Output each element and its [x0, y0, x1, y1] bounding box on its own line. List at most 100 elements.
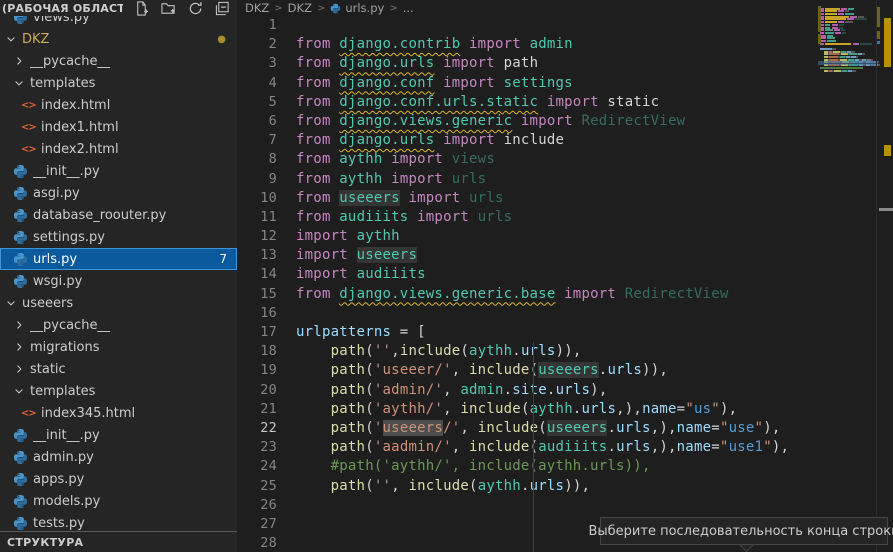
code-line[interactable]: 4from django.conf import settings — [237, 74, 893, 93]
new-file-icon[interactable] — [132, 1, 150, 16]
python-file-icon — [13, 186, 30, 201]
code-line[interactable]: 22 path('useeers/', include(useeers.urls… — [237, 419, 893, 438]
line-number[interactable]: 28 — [237, 534, 277, 552]
code-line[interactable]: 8from aythh import views — [237, 150, 893, 169]
chevron-down-icon — [5, 297, 19, 309]
code-line[interactable]: 17urlpatterns = [ — [237, 323, 893, 342]
code-line[interactable]: 7from django.urls import include — [237, 131, 893, 150]
editor-pane: DKZ>DKZ>urls.py>... 12from django.contri… — [237, 0, 893, 552]
tree-item-urls-py[interactable]: urls.py7 — [0, 248, 237, 270]
code-area[interactable]: 12from django.contrib import admin3from … — [237, 16, 893, 552]
collapse-all-icon[interactable] — [213, 1, 231, 16]
tree-item--init-py[interactable]: __init__.py — [0, 424, 237, 446]
line-number[interactable]: 10 — [237, 189, 277, 208]
code-line[interactable]: 18 path('',include(aythh.urls)), — [237, 342, 893, 361]
code-text — [277, 534, 296, 552]
line-number[interactable]: 26 — [237, 496, 277, 515]
tree-item-static[interactable]: static — [0, 358, 237, 380]
code-line[interactable]: 15from django.views.generic.base import … — [237, 285, 893, 304]
line-number[interactable]: 18 — [237, 342, 277, 361]
breadcrumb-item[interactable]: DKZ — [288, 1, 312, 15]
code-line[interactable]: 5from django.conf.urls.static import sta… — [237, 93, 893, 112]
line-number[interactable]: 7 — [237, 131, 277, 150]
line-number[interactable]: 20 — [237, 381, 277, 400]
code-line[interactable]: 19 path('useeer/', include(useeers.urls)… — [237, 361, 893, 380]
breadcrumb-item[interactable]: urls.py — [330, 1, 384, 15]
line-number[interactable]: 21 — [237, 400, 277, 419]
minimap-modified-decoration — [818, 6, 821, 32]
line-number[interactable]: 5 — [237, 93, 277, 112]
outline-section-header[interactable]: СТРУКТУРА — [0, 531, 237, 552]
line-number[interactable]: 19 — [237, 361, 277, 380]
line-number[interactable]: 3 — [237, 54, 277, 73]
minimap-line — [820, 70, 878, 72]
line-number[interactable]: 4 — [237, 74, 277, 93]
tree-item-wsgi-py[interactable]: wsgi.py — [0, 270, 237, 292]
line-number[interactable]: 27 — [237, 515, 277, 534]
tree-item-templates[interactable]: templates — [0, 72, 237, 94]
tree-item-index-html[interactable]: <>index.html — [0, 94, 237, 116]
code-line[interactable]: 12import aythh — [237, 227, 893, 246]
line-number[interactable]: 23 — [237, 438, 277, 457]
line-number[interactable]: 9 — [237, 170, 277, 189]
line-number[interactable]: 8 — [237, 150, 277, 169]
code-line[interactable]: 25 path('', include(aythh.urls)), — [237, 477, 893, 496]
line-number[interactable]: 24 — [237, 457, 277, 476]
tree-item--pycache-[interactable]: __pycache__ — [0, 50, 237, 72]
tree-item-dkz[interactable]: DKZ● — [0, 28, 237, 50]
line-number[interactable]: 6 — [237, 112, 277, 131]
tree-item-index345-html[interactable]: <>index345.html — [0, 402, 237, 424]
tree-item-asgi-py[interactable]: asgi.py — [0, 182, 237, 204]
breadcrumb-item[interactable]: ... — [403, 1, 414, 15]
tree-item-database-roouter-py[interactable]: database_roouter.py — [0, 204, 237, 226]
code-line[interactable]: 13import useeers — [237, 246, 893, 265]
line-number[interactable]: 13 — [237, 246, 277, 265]
minimap-line — [820, 35, 878, 37]
code-line[interactable]: 21 path('aythh/', include(aythh.urls,),n… — [237, 400, 893, 419]
line-number[interactable]: 17 — [237, 323, 277, 342]
tree-item-label: wsgi.py — [33, 274, 82, 289]
tree-item-settings-py[interactable]: settings.py — [0, 226, 237, 248]
tree-item--init-py[interactable]: __init__.py — [0, 160, 237, 182]
tree-item-label: templates — [30, 384, 95, 399]
tree-item-migrations[interactable]: migrations — [0, 336, 237, 358]
code-line[interactable]: 20 path('admin/', admin.site.urls), — [237, 381, 893, 400]
code-line[interactable]: 11from audiiits import urls — [237, 208, 893, 227]
code-text — [277, 304, 296, 323]
tree-item-templates[interactable]: templates — [0, 380, 237, 402]
new-folder-icon[interactable] — [159, 1, 177, 16]
code-text: from django.contrib import admin — [277, 35, 573, 54]
line-number[interactable]: 15 — [237, 285, 277, 304]
refresh-icon[interactable] — [186, 1, 204, 16]
python-file-icon — [13, 450, 30, 465]
breadcrumb-item[interactable]: DKZ — [245, 1, 269, 15]
code-line[interactable]: 1 — [237, 16, 893, 35]
code-line[interactable]: 16 — [237, 304, 893, 323]
line-number[interactable]: 2 — [237, 35, 277, 54]
tree-item-admin-py[interactable]: admin.py — [0, 446, 237, 468]
line-number[interactable]: 22 — [237, 419, 277, 438]
line-number[interactable]: 16 — [237, 304, 277, 323]
code-line[interactable]: 9from aythh import urls — [237, 170, 893, 189]
code-line[interactable]: 10from useeers import urls — [237, 189, 893, 208]
line-number[interactable]: 12 — [237, 227, 277, 246]
tree-item-useeers[interactable]: useeers — [0, 292, 237, 314]
code-line[interactable]: 2from django.contrib import admin — [237, 35, 893, 54]
line-number[interactable]: 14 — [237, 265, 277, 284]
tree-item-models-py[interactable]: models.py — [0, 490, 237, 512]
tree-item-apps-py[interactable]: apps.py — [0, 468, 237, 490]
code-line[interactable]: 23 path('aadmin/', include(audiiits.urls… — [237, 438, 893, 457]
tree-item--pycache-[interactable]: __pycache__ — [0, 314, 237, 336]
code-line[interactable]: 14import audiiits — [237, 265, 893, 284]
minimap[interactable] — [820, 5, 878, 80]
code-line[interactable]: 26 — [237, 496, 893, 515]
tree-item-index2-html[interactable]: <>index2.html — [0, 138, 237, 160]
code-line[interactable]: 3from django.urls import path — [237, 54, 893, 73]
tree-item-index1-html[interactable]: <>index1.html — [0, 116, 237, 138]
line-number[interactable]: 25 — [237, 477, 277, 496]
line-number[interactable]: 11 — [237, 208, 277, 227]
code-text: path('useeers/', include(useeers.urls,),… — [277, 419, 781, 438]
code-line[interactable]: 24 #path('aythh/', include(aythh.urls)), — [237, 457, 893, 476]
line-number[interactable]: 1 — [237, 16, 277, 35]
code-line[interactable]: 6from django.views.generic import Redire… — [237, 112, 893, 131]
